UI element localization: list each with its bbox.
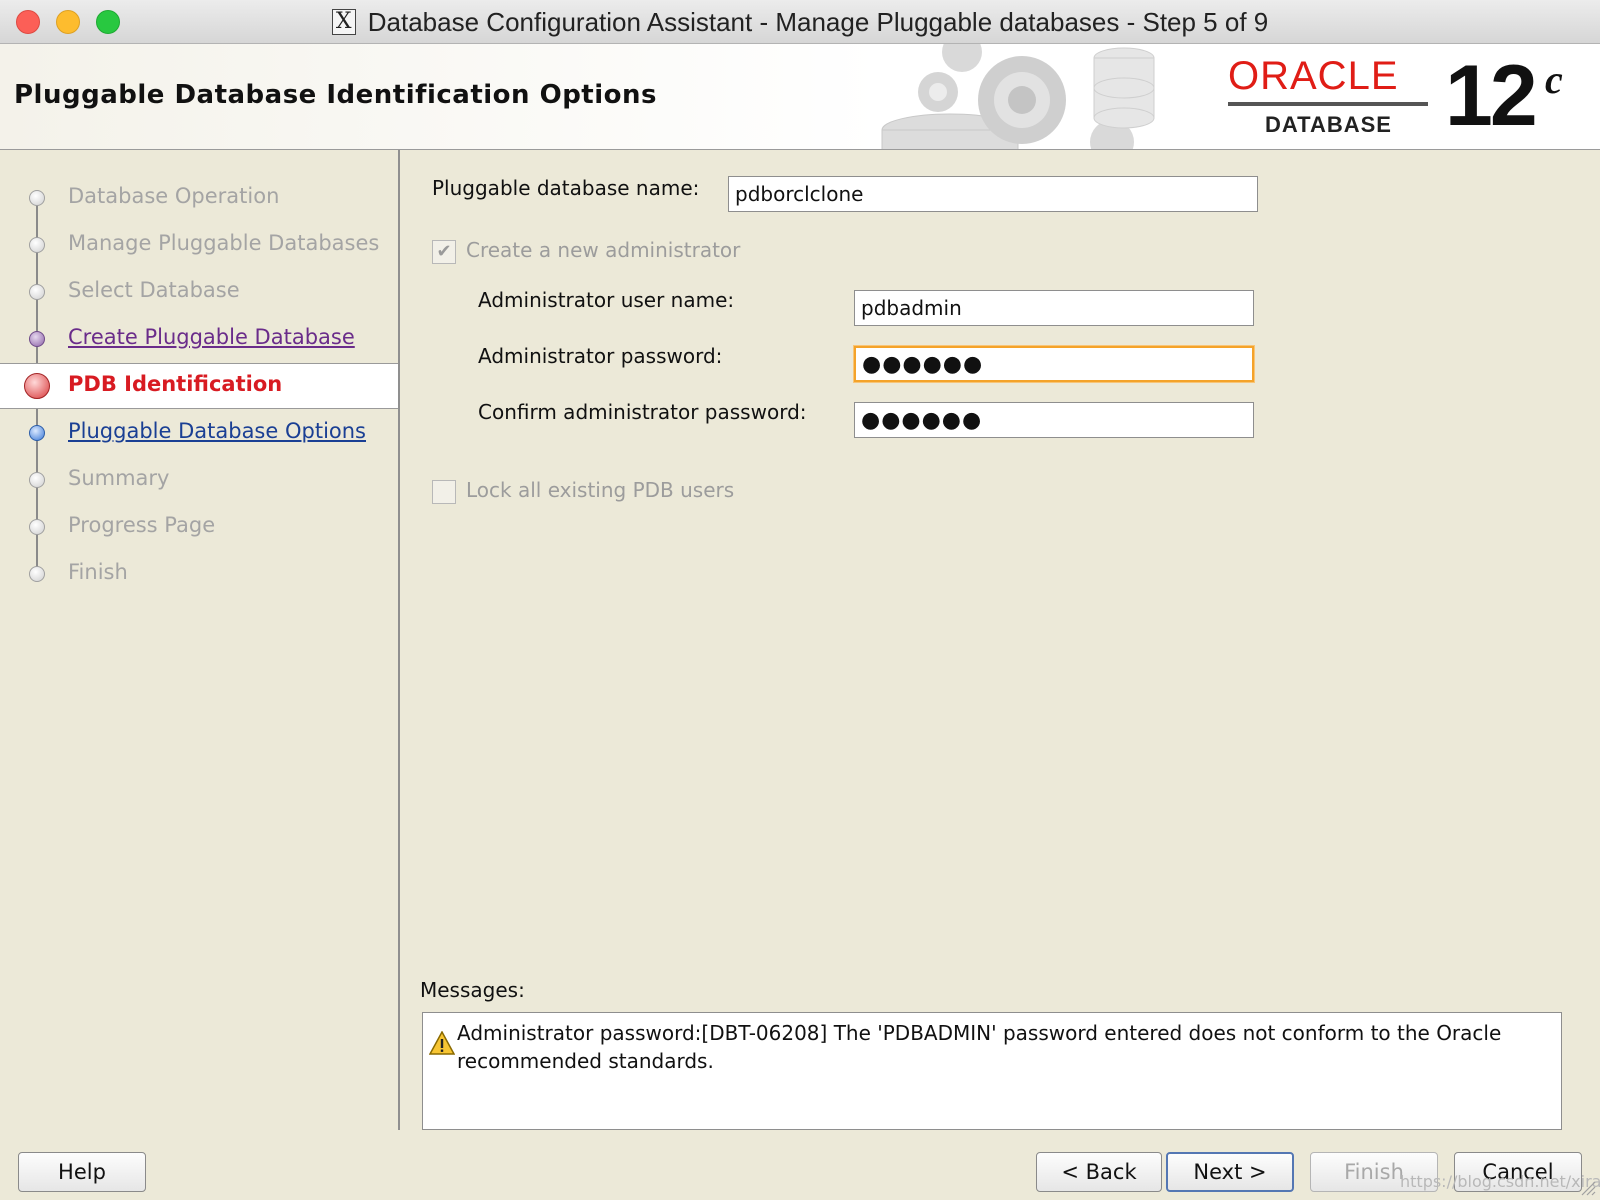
step-label: Manage Pluggable Databases xyxy=(68,231,380,255)
step-circle-icon xyxy=(29,284,45,300)
message-text: Administrator password:[DBT-06208] The '… xyxy=(457,1021,1502,1073)
next-button[interactable]: Next > xyxy=(1166,1152,1294,1192)
pdb-name-input[interactable] xyxy=(728,176,1258,212)
dbca-window: X Database Configuration Assistant - Man… xyxy=(0,0,1600,1200)
confirm-password-label: Confirm administrator password: xyxy=(478,400,807,424)
oracle-logo: ORACLE DATABASE xyxy=(1228,52,1444,142)
help-button[interactable]: Help xyxy=(18,1152,146,1192)
pdb-name-label: Pluggable database name: xyxy=(432,176,700,200)
step-navigation: Database Operation Manage Pluggable Data… xyxy=(0,150,400,1130)
step-label: Finish xyxy=(68,560,128,584)
admin-user-label: Administrator user name: xyxy=(478,288,735,312)
step-circle-icon xyxy=(29,566,45,582)
confirm-password-input[interactable] xyxy=(854,402,1254,438)
resize-grip-icon[interactable] xyxy=(1578,1178,1596,1196)
messages-label: Messages: xyxy=(420,978,525,1002)
main-form-area: Pluggable database name: ✔ Create a new … xyxy=(402,150,1600,1130)
nav-step-database-operation: Database Operation xyxy=(0,176,398,220)
nav-step-finish: Finish xyxy=(0,552,398,596)
nav-step-pdb-identification: PDB Identification xyxy=(0,363,398,409)
checkmark-icon: ✔ xyxy=(436,241,452,262)
gears-decoration-icon xyxy=(881,44,1155,149)
admin-password-label: Administrator password: xyxy=(478,344,723,368)
messages-panel: Administrator password:[DBT-06208] The '… xyxy=(422,1012,1562,1130)
oracle-logo-rule xyxy=(1228,102,1428,106)
nav-step-pdb-options[interactable]: Pluggable Database Options xyxy=(0,411,398,455)
step-label-current: PDB Identification xyxy=(68,372,283,396)
warning-icon xyxy=(429,1031,455,1055)
nav-step-progress-page: Progress Page xyxy=(0,505,398,549)
current-step-error-icon xyxy=(24,373,50,399)
step-link[interactable]: Pluggable Database Options xyxy=(68,419,366,443)
page-title: Pluggable Database Identification Option… xyxy=(14,80,657,110)
version-superscript: c xyxy=(1545,57,1563,102)
back-button[interactable]: < Back xyxy=(1036,1152,1162,1192)
step-circle-icon xyxy=(29,237,45,253)
step-label: Summary xyxy=(68,466,170,490)
nav-step-summary: Summary xyxy=(0,458,398,502)
nav-step-create-pdb[interactable]: Create Pluggable Database xyxy=(0,317,398,361)
version-number: 12 xyxy=(1445,48,1538,144)
create-admin-checkbox[interactable]: ✔ xyxy=(432,240,456,264)
step-circle-icon xyxy=(29,190,45,206)
step-circle-icon xyxy=(29,519,45,535)
admin-user-input[interactable] xyxy=(854,290,1254,326)
nav-step-select-database: Select Database xyxy=(0,270,398,314)
visited-step-circle-icon xyxy=(29,331,45,347)
nav-step-manage-pdbs: Manage Pluggable Databases xyxy=(0,223,398,267)
window-title: Database Configuration Assistant - Manag… xyxy=(367,6,1269,37)
oracle-database-label: DATABASE xyxy=(1265,112,1392,137)
next-step-circle-icon xyxy=(29,425,45,441)
create-admin-label: Create a new administrator xyxy=(466,238,741,262)
x11-app-icon: X xyxy=(331,9,356,35)
step-label: Select Database xyxy=(68,278,240,302)
title-bar[interactable]: X Database Configuration Assistant - Man… xyxy=(0,0,1600,44)
title-wrap: X Database Configuration Assistant - Man… xyxy=(0,0,1600,44)
step-circle-icon xyxy=(29,472,45,488)
step-label: Progress Page xyxy=(68,513,216,537)
step-link[interactable]: Create Pluggable Database xyxy=(68,325,355,349)
oracle-wordmark: ORACLE xyxy=(1228,54,1399,98)
watermark-text: https://blog.csdn.net/xiral107 xyxy=(1400,1172,1600,1191)
admin-password-input[interactable] xyxy=(854,346,1254,382)
header-banner: Pluggable Database Identification Option… xyxy=(0,44,1600,150)
lock-users-label: Lock all existing PDB users xyxy=(466,478,735,502)
lock-users-checkbox[interactable] xyxy=(432,480,456,504)
step-label: Database Operation xyxy=(68,184,280,208)
